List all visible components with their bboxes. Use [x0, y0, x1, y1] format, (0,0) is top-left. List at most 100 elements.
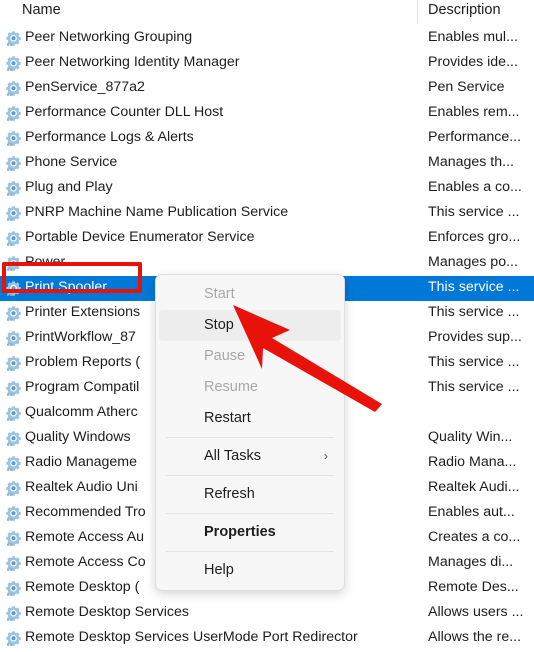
service-row[interactable]: Peer Networking Identity Manager Provides… — [0, 51, 534, 76]
service-name: Print Spooler — [25, 279, 108, 295]
service-row[interactable]: Peer Networking Grouping Enables mul... — [0, 26, 534, 51]
service-description: Realtek Audi... — [428, 479, 520, 495]
service-row[interactable]: Remote Desktop Services Allows users ... — [0, 601, 534, 626]
menu-item-properties[interactable]: Properties — [156, 517, 344, 548]
service-row[interactable]: Performance Logs & Alerts Performance... — [0, 126, 534, 151]
service-description: This service ... — [428, 379, 520, 395]
service-name: Portable Device Enumerator Service — [25, 229, 255, 245]
service-description: Quality Win... — [428, 429, 513, 445]
service-name: Remote Desktop Services — [25, 604, 190, 620]
service-description: Pen Service — [428, 79, 505, 95]
service-row[interactable]: Performance Counter DLL Host Enables rem.… — [0, 101, 534, 126]
menu-item-label: Pause — [204, 348, 246, 364]
service-description: Allows the re... — [428, 629, 522, 645]
service-description: Allows users ... — [428, 604, 524, 620]
chevron-right-icon: › — [324, 449, 328, 463]
service-name: Phone Service — [25, 154, 118, 170]
service-gear-icon — [5, 405, 22, 422]
service-description: Performance... — [428, 129, 522, 145]
service-name: Performance Logs & Alerts — [25, 129, 194, 145]
service-description: This service ... — [428, 279, 520, 295]
service-row[interactable]: Plug and Play Enables a co... — [0, 176, 534, 201]
service-gear-icon — [5, 330, 22, 347]
service-gear-icon — [5, 580, 22, 597]
service-row[interactable]: Power Manages po... — [0, 251, 534, 276]
menu-item-start: Start — [156, 279, 344, 310]
service-name: Radio Manageme — [25, 454, 137, 470]
menu-item-refresh[interactable]: Refresh — [156, 479, 344, 510]
menu-separator — [166, 551, 334, 552]
service-description: Remote Des... — [428, 579, 519, 595]
service-description: This service ... — [428, 304, 520, 320]
menu-separator — [166, 475, 334, 476]
service-description: Creates a co... — [428, 529, 521, 545]
service-gear-icon — [5, 230, 22, 247]
menu-item-resume: Resume — [156, 372, 344, 403]
service-row[interactable]: PenService_877a2 Pen Service — [0, 76, 534, 101]
menu-item-label: Start — [204, 286, 235, 302]
service-description: Provides sup... — [428, 329, 522, 345]
service-description: Enables rem... — [428, 104, 520, 120]
service-description: Enables mul... — [428, 29, 518, 45]
service-row[interactable]: Remote Desktop Services UserMode Port Re… — [0, 626, 534, 651]
menu-item-stop[interactable]: Stop — [159, 310, 341, 341]
service-name: Plug and Play — [25, 179, 113, 195]
service-row[interactable]: PNRP Machine Name Publication Service Thi… — [0, 201, 534, 226]
service-name: Printer Extensions — [25, 304, 141, 320]
service-description: Enforces gro... — [428, 229, 521, 245]
service-row[interactable]: Portable Device Enumerator Service Enforc… — [0, 226, 534, 251]
service-name: Quality Windows — [25, 429, 131, 445]
service-gear-icon — [5, 280, 22, 297]
service-description: This service ... — [428, 204, 520, 220]
service-name: Remote Access Au — [25, 529, 145, 545]
service-gear-icon — [5, 80, 22, 97]
menu-item-all-tasks[interactable]: All Tasks › — [156, 441, 344, 472]
service-name: Problem Reports ( — [25, 354, 141, 370]
service-gear-icon — [5, 555, 22, 572]
menu-item-label: All Tasks — [204, 448, 261, 464]
service-name: Performance Counter DLL Host — [25, 104, 224, 120]
service-description: Provides ide... — [428, 54, 518, 70]
service-gear-icon — [5, 605, 22, 622]
service-name: Qualcomm Atherc — [25, 404, 138, 420]
service-gear-icon — [5, 105, 22, 122]
service-row[interactable]: Phone Service Manages th... — [0, 151, 534, 176]
menu-item-help[interactable]: Help — [156, 555, 344, 586]
service-description: Manages po... — [428, 254, 518, 270]
menu-separator — [166, 513, 334, 514]
service-gear-icon — [5, 480, 22, 497]
service-gear-icon — [5, 455, 22, 472]
service-name: PenService_877a2 — [25, 79, 145, 95]
service-gear-icon — [5, 505, 22, 522]
service-name: Peer Networking Grouping — [25, 29, 193, 45]
menu-item-restart[interactable]: Restart — [156, 403, 344, 434]
service-gear-icon — [5, 30, 22, 47]
service-name: Remote Desktop ( — [25, 579, 140, 595]
service-gear-icon — [5, 530, 22, 547]
service-name: Peer Networking Identity Manager — [25, 54, 240, 70]
service-name: Recommended Tro — [25, 504, 146, 520]
menu-item-label: Refresh — [204, 486, 255, 502]
service-name: Power — [25, 254, 66, 270]
service-gear-icon — [5, 180, 22, 197]
service-gear-icon — [5, 55, 22, 72]
context-menu[interactable]: Start Stop Pause Resume Restart All Tasks › Ref… — [155, 274, 345, 591]
service-name: Program Compatil — [25, 379, 140, 395]
service-gear-icon — [5, 430, 22, 447]
menu-item-label: Restart — [204, 410, 251, 426]
menu-item-label: Help — [204, 562, 234, 578]
service-description: Enables aut... — [428, 504, 515, 520]
service-description: Manages di... — [428, 554, 514, 570]
services-window: Name Description Peer Networking Groupin… — [0, 0, 534, 652]
column-header-name[interactable]: Name — [22, 2, 61, 18]
service-name: Remote Desktop Services UserMode Port Re… — [25, 629, 358, 645]
service-gear-icon — [5, 155, 22, 172]
column-divider[interactable] — [417, 0, 418, 24]
menu-item-label: Resume — [204, 379, 258, 395]
menu-separator — [166, 437, 334, 438]
service-name: PrintWorkflow_87 — [25, 329, 136, 345]
service-name: PNRP Machine Name Publication Service — [25, 204, 289, 220]
column-header-description[interactable]: Description — [428, 2, 501, 18]
menu-item-label: Stop — [204, 317, 234, 333]
menu-item-label: Properties — [204, 524, 276, 540]
